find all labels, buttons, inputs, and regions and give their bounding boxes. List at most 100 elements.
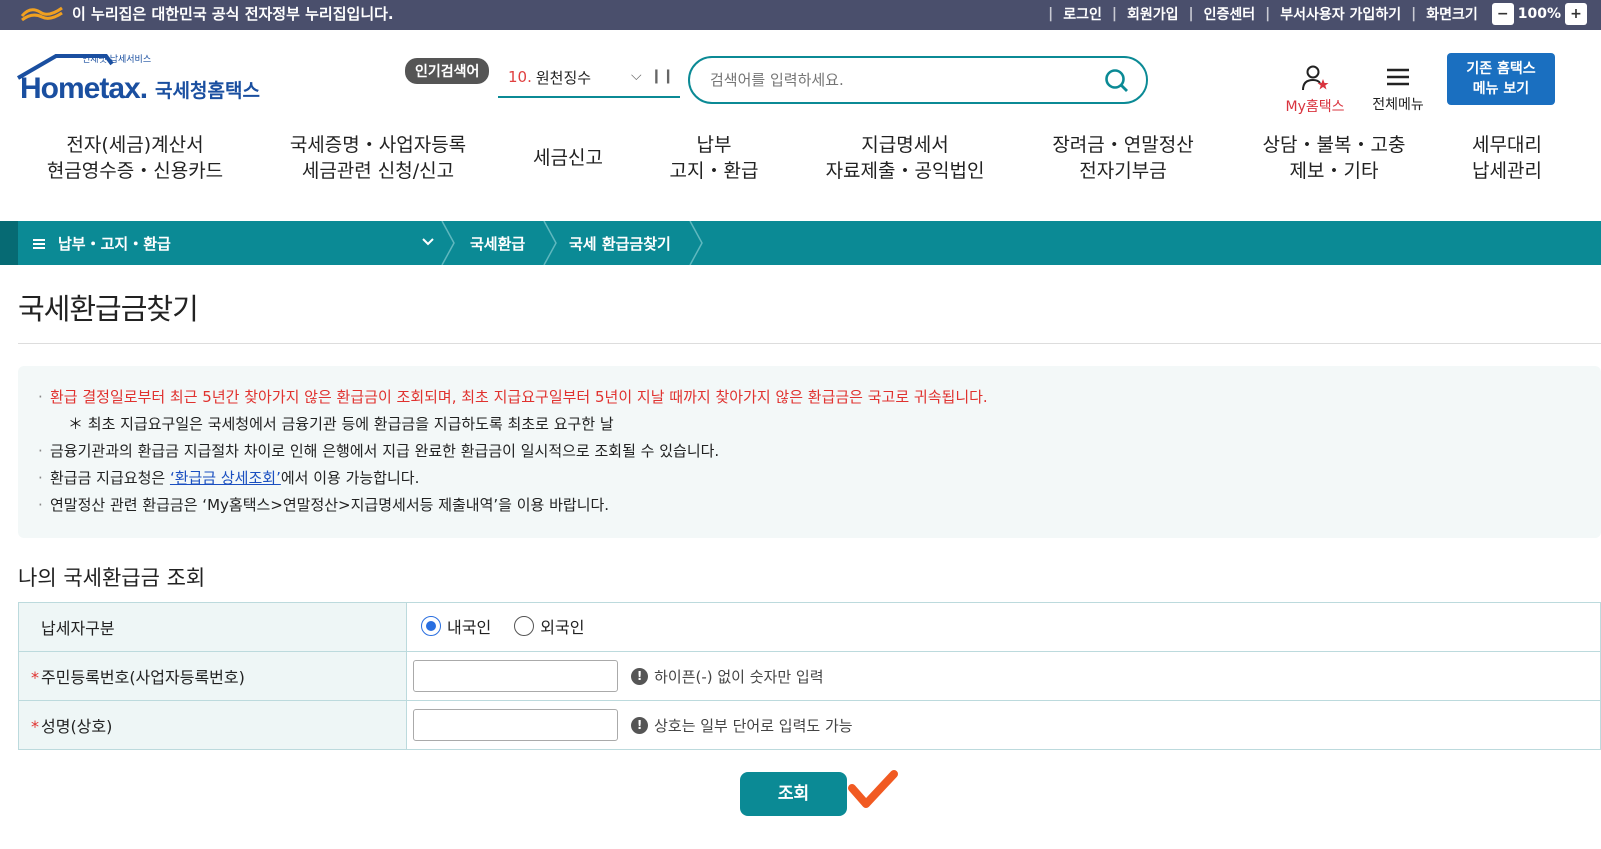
separator: |	[1411, 6, 1417, 22]
refund-detail-link[interactable]: ‘환급금 상세조회’	[170, 469, 281, 487]
name-label: * 성명(상호)	[18, 700, 407, 750]
query-button[interactable]: 조회	[740, 772, 847, 816]
gnb-payment-statement[interactable]: 지급명세서자료제출・공익법인	[815, 132, 995, 184]
notice-line: 연말정산 관련 환급금은 ‘My홈택스>연말정산>지급명세서등 제출내역’을 이…	[38, 492, 1601, 519]
checkmark-icon	[848, 770, 898, 808]
radio-checked-icon[interactable]	[421, 616, 441, 636]
gnb-tax-agent[interactable]: 세무대리납세관리	[1460, 132, 1554, 184]
notice-text: 에서 이용 가능합니다.	[280, 469, 420, 487]
hometax-logo[interactable]: 언제냇 납세서비스 Hometax. 국세청홈택스	[16, 54, 260, 106]
required-mark: *	[31, 668, 39, 687]
signup-link[interactable]: 회원가입	[1127, 4, 1179, 24]
old-menu-line1: 기존 홈택스	[1466, 61, 1536, 77]
section-title: 나의 국세환급금 조회	[18, 566, 206, 590]
gov-notice-text: 이 누리집은 대한민국 공식 전자정부 누리집입니다.	[72, 5, 394, 23]
radio-foreign[interactable]: 외국인	[514, 614, 584, 638]
radio-unchecked-icon[interactable]	[514, 616, 535, 636]
exclamation-icon: !	[631, 667, 649, 685]
dept-user-signup-link[interactable]: 부서사용자 가입하기	[1280, 4, 1401, 24]
logo-korean: 국세청홈택스	[155, 80, 260, 102]
all-menu-button[interactable]: 전체메뉴	[1368, 64, 1428, 114]
site-header: 언제냇 납세서비스 Hometax. 국세청홈택스 인기검색어 10. 원천징수…	[0, 30, 1601, 220]
zoom-in-button[interactable]: +	[1565, 3, 1587, 25]
breadcrumb-divider	[441, 221, 455, 265]
label-text: 주민등록번호(사업자등록번호)	[41, 668, 245, 687]
login-link[interactable]: 로그인	[1063, 4, 1102, 24]
keyword-text: 원천징수	[535, 68, 592, 87]
separator: |	[1048, 6, 1054, 22]
zoom-out-button[interactable]: −	[1491, 3, 1514, 25]
gnb-line: 자료제출・공익법인	[825, 160, 985, 182]
cert-center-link[interactable]: 인증센터	[1204, 4, 1256, 24]
old-menu-line2: 메뉴 보기	[1472, 81, 1530, 97]
notice-text: 환급금 지급요청은	[50, 469, 170, 487]
gov-notice: 이 누리집은 대한민국 공식 전자정부 누리집입니다.	[20, 3, 394, 24]
breadcrumb-item-refund[interactable]: 국세환급	[470, 233, 525, 254]
gnb-e-invoice[interactable]: 전자(세금)계산서 현금영수증・신용카드	[40, 132, 230, 184]
radio-domestic[interactable]: 내국인	[421, 614, 491, 638]
breadcrumb: 납부・고지・환급 국세환급 국세 환급금찾기	[0, 221, 1601, 265]
taxpayer-type-field: 내국인 외국인	[406, 602, 1601, 652]
gnb-incentive[interactable]: 장려금・연말정산전자기부금	[1042, 132, 1204, 184]
gnb-line: 지급명세서	[861, 134, 949, 156]
pause-icon[interactable]: ❙❙	[651, 68, 674, 84]
separator: |	[1111, 6, 1117, 22]
gnb-payment[interactable]: 납부고지・환급	[660, 132, 768, 184]
keyword-rank: 10.	[508, 68, 532, 86]
search-box	[688, 56, 1148, 104]
search-icon[interactable]	[1104, 68, 1130, 94]
breadcrumb-divider	[543, 221, 557, 265]
breadcrumb-item-current: 국세 환급금찾기	[569, 235, 671, 253]
notice-box: 환급 결정일로부터 최근 5년간 찾아가지 않은 환급금이 조회되며, 최초 지…	[18, 366, 1601, 538]
gnb-line: 현금영수증・신용카드	[46, 160, 224, 182]
breadcrumb-menu[interactable]: 납부・고지・환급	[32, 233, 171, 254]
gnb-line: 세금신고	[533, 147, 603, 169]
breadcrumb-menu-label: 납부・고지・환급	[58, 235, 171, 253]
logo-small-text: 언제냇 납세서비스	[82, 55, 152, 65]
search-input[interactable]	[710, 68, 1090, 92]
notice-line: 환급 결정일로부터 최근 5년간 찾아가지 않은 환급금이 조회되며, 최초 지…	[38, 384, 1601, 411]
name-input[interactable]	[413, 709, 618, 741]
gnb-line: 고지・환급	[669, 160, 759, 182]
gnb-line: 장려금・연말정산	[1052, 134, 1194, 156]
popular-keyword-select[interactable]: 10. 원천징수 ⌵ ❙❙	[498, 58, 680, 98]
hamburger-icon	[1387, 68, 1409, 86]
keyword-controls: ⌵ ❙❙	[631, 68, 674, 84]
gnb-tax-filing[interactable]: 세금신고	[525, 145, 611, 171]
breadcrumb-divider	[689, 221, 703, 265]
gnb-line: 전자기부금	[1079, 160, 1167, 182]
gnb-line: 세금관련 신청/신고	[301, 160, 455, 182]
separator: |	[1188, 6, 1194, 22]
form-row: 납세자구분 내국인 외국인	[18, 602, 1601, 652]
hint-text: 상호는 일부 단어로 입력도 가능	[654, 716, 853, 735]
form-row: * 성명(상호) ! 상호는 일부 단어로 입력도 가능	[18, 700, 1601, 750]
resident-number-field: ! 하이픈(-) 없이 숫자만 입력	[406, 651, 1601, 701]
gnb-line: 납부	[696, 134, 732, 156]
list-icon	[33, 238, 45, 249]
radio-label: 외국인	[540, 618, 585, 637]
chevron-down-icon[interactable]	[420, 234, 436, 250]
hint-text: 하이픈(-) 없이 숫자만 입력	[654, 667, 824, 686]
popular-search-label: 인기검색어	[405, 58, 490, 84]
breadcrumb-edge	[0, 221, 18, 265]
gov-emblem-icon	[20, 6, 63, 21]
old-menu-button[interactable]: 기존 홈택스 메뉴 보기	[1447, 53, 1555, 105]
refund-query-form: 납세자구분 내국인 외국인 * 주민등록번호(사업자등록번호) ! 하이픈(-) 없…	[18, 602, 1601, 750]
screen-size-label: 화면크기	[1426, 7, 1478, 23]
notice-sub-line: ＊ 최초 지급요구일은 국세청에서 금융기관 등에 환급금을 지급하도록 최초로…	[68, 415, 614, 433]
gnb-line: 세무대리	[1472, 134, 1542, 156]
gov-banner: 이 누리집은 대한민국 공식 전자정부 누리집입니다. | 로그인 | 회원가입…	[0, 0, 1601, 30]
chevron-down-icon[interactable]: ⌵	[631, 68, 642, 84]
resident-number-input[interactable]	[413, 660, 618, 692]
radio-label: 내국인	[447, 618, 492, 637]
gnb-certificates[interactable]: 국세증명・사업자등록 세금관련 신청/신고	[280, 132, 476, 184]
label-text: 성명(상호)	[41, 717, 113, 736]
required-mark: *	[31, 717, 39, 736]
name-field: ! 상호는 일부 단어로 입력도 가능	[406, 700, 1601, 750]
taxpayer-type-label: 납세자구분	[18, 602, 407, 652]
my-hometax-button[interactable]: My홈택스	[1280, 64, 1350, 116]
gnb-line: 납세관리	[1472, 160, 1542, 182]
gnb-consult[interactable]: 상담・불복・고충 제보・기타	[1252, 132, 1416, 184]
gnb-line: 상담・불복・고충	[1262, 134, 1406, 156]
resident-number-label: * 주민등록번호(사업자등록번호)	[18, 651, 407, 701]
